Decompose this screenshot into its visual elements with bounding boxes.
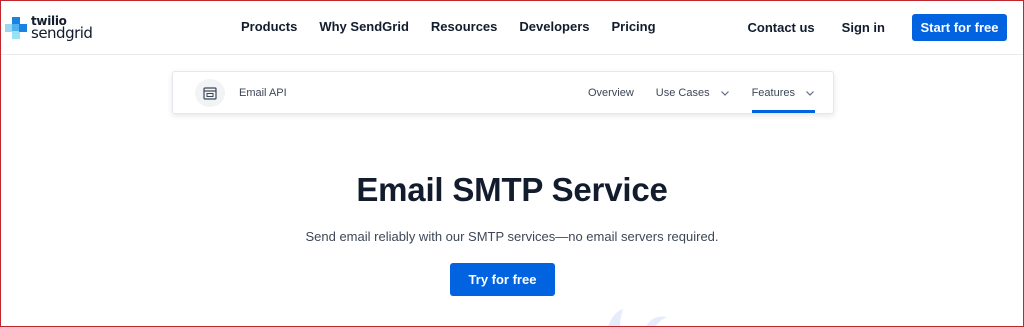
nav-why-sendgrid[interactable]: Why SendGrid <box>319 19 409 34</box>
primary-nav: Products Why SendGrid Resources Develope… <box>241 19 678 34</box>
start-for-free-button[interactable]: Start for free <box>912 14 1007 41</box>
subnav-use-cases-label: Use Cases <box>655 86 710 99</box>
logo-wordmark: twilio sendgrid <box>31 15 93 42</box>
chevron-down-icon <box>720 90 729 96</box>
chevron-down-icon <box>806 90 814 96</box>
hero-title: Email SMTP Service <box>356 171 668 208</box>
nav-resources[interactable]: Resources <box>431 19 497 34</box>
subnav-overview[interactable]: Overview <box>588 72 634 113</box>
subnav-overview-label: Overview <box>587 86 634 99</box>
sendgrid-logo-icon <box>5 17 27 39</box>
hero-subtitle: Send email reliably with our SMTP servic… <box>305 229 719 244</box>
nav-products[interactable]: Products <box>241 19 297 34</box>
nav-developers[interactable]: Developers <box>519 19 589 34</box>
browser-window-icon <box>203 86 217 100</box>
twilio-sendgrid-logo[interactable]: twilio sendgrid <box>5 11 105 45</box>
subnav-features[interactable]: Features <box>751 72 816 113</box>
page: twilio sendgrid Products Why SendGrid Re… <box>0 0 1024 327</box>
product-subnav: Email API Overview Use Cases Features <box>172 71 834 114</box>
decorative-illustration <box>608 309 667 326</box>
nav-pricing[interactable]: Pricing <box>611 19 655 34</box>
subnav-use-cases[interactable]: Use Cases <box>656 72 730 113</box>
logo-line-sendgrid: sendgrid <box>31 24 93 42</box>
subnav-features-label: Features <box>751 86 795 99</box>
sign-in-link[interactable]: Sign in <box>842 20 885 35</box>
product-icon-badge <box>195 79 225 107</box>
product-name-label[interactable]: Email API <box>239 87 287 99</box>
account-nav: Contact us Sign in Start for free <box>747 14 1007 41</box>
contact-us-link[interactable]: Contact us <box>747 20 814 35</box>
top-navigation: twilio sendgrid Products Why SendGrid Re… <box>1 1 1023 55</box>
try-for-free-button[interactable]: Try for free <box>450 263 555 296</box>
subnav-links: Overview Use Cases Features <box>566 72 816 113</box>
